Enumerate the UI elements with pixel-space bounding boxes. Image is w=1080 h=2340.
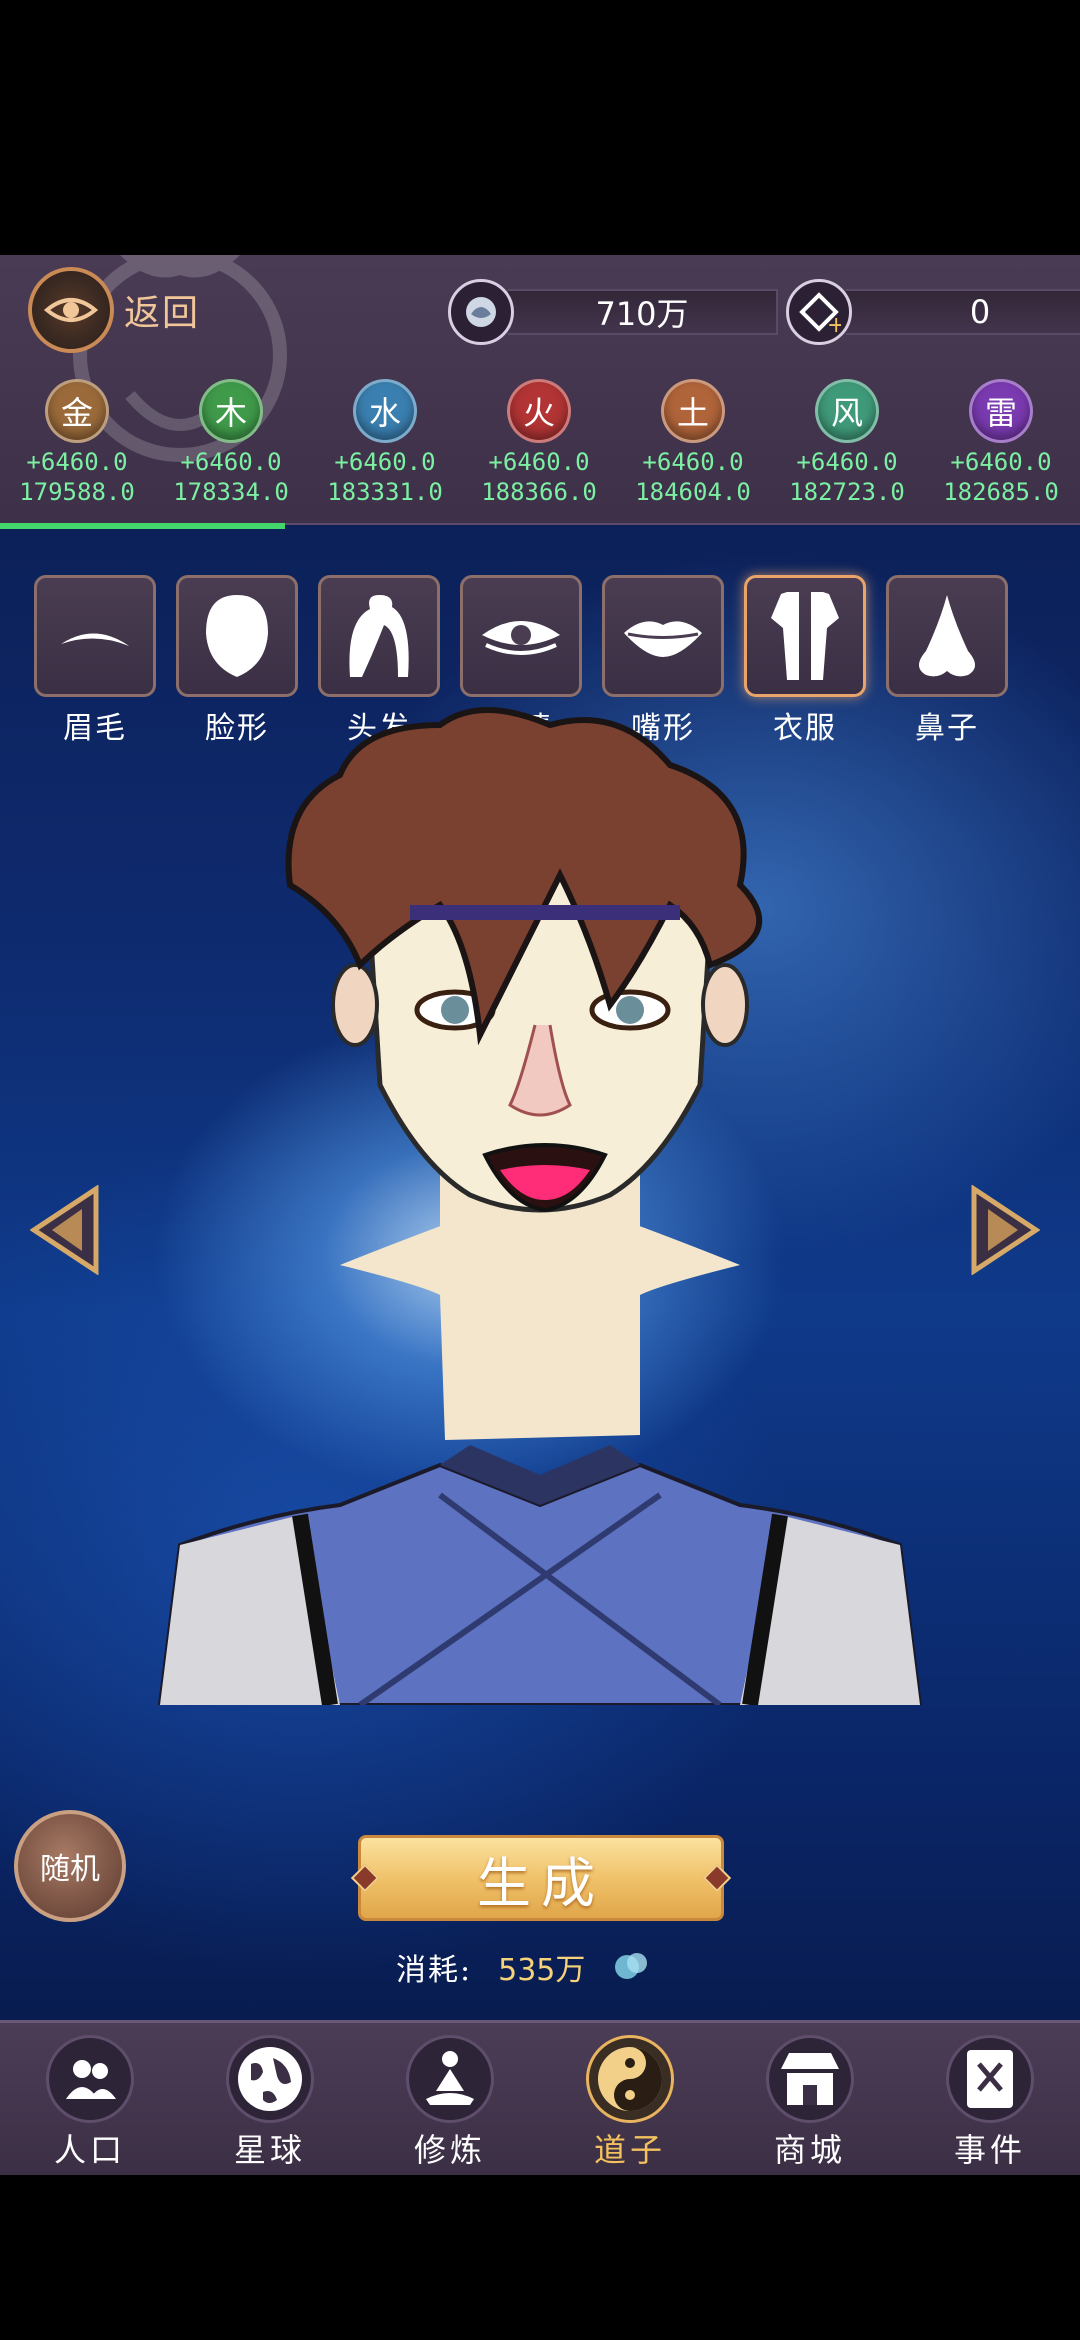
back-button[interactable]: 返回	[28, 267, 200, 353]
nav-label: 星球	[233, 2131, 306, 2169]
currency-value: 0	[846, 289, 1080, 335]
element-resource: 雷 +6460.0 182685.0	[924, 379, 1078, 507]
yin-yang-icon	[586, 2035, 674, 2123]
nav-item-meditation[interactable]: 修炼	[360, 2023, 540, 2175]
element-icon: 木	[199, 379, 263, 443]
element-rate: +6460.0	[950, 448, 1052, 476]
character-creation-screen: 返回 710万 + 0 金 +6460.0 179588.0 木 +6460.0…	[0, 255, 1080, 2175]
element-rate: +6460.0	[180, 448, 282, 476]
element-total: 184604.0	[635, 478, 751, 506]
hair-icon	[318, 575, 440, 697]
eyebrow-icon	[34, 575, 156, 697]
nav-item-shop[interactable]: 商城	[720, 2023, 900, 2175]
element-total: 178334.0	[173, 478, 289, 506]
element-rate: +6460.0	[334, 448, 436, 476]
nav-label: 道子	[593, 2131, 666, 2169]
lips-icon	[602, 575, 724, 697]
element-resource: 金 +6460.0 179588.0	[0, 379, 154, 507]
coin-add-icon[interactable]: +	[786, 279, 852, 345]
element-rate: +6460.0	[796, 448, 898, 476]
generate-label: 生成	[477, 1851, 605, 1915]
element-resource: 风 +6460.0 182723.0	[770, 379, 924, 507]
currency-counter[interactable]: + 0	[786, 273, 1080, 351]
element-resource: 水 +6460.0 183331.0	[308, 379, 462, 507]
status-bar	[0, 0, 1080, 255]
bottom-navigation: 人口 星球 修炼 道子 商城 事件	[0, 2020, 1080, 2175]
element-resources: 金 +6460.0 179588.0 木 +6460.0 178334.0 水 …	[0, 379, 1080, 507]
element-total: 182723.0	[789, 478, 905, 506]
top-bar: 返回 710万 + 0 金 +6460.0 179588.0 木 +6460.0…	[0, 255, 1080, 529]
spirit-stone-value: 710万	[508, 289, 778, 335]
next-arrow-icon[interactable]	[970, 1185, 1040, 1275]
system-navigation-area	[0, 2175, 1080, 2340]
character-preview	[157, 707, 923, 1705]
element-total: 182685.0	[943, 478, 1059, 506]
nose-icon	[886, 575, 1008, 697]
element-rate: +6460.0	[642, 448, 744, 476]
element-icon: 风	[815, 379, 879, 443]
spirit-stone-counter: 710万	[448, 273, 778, 351]
nav-item-people[interactable]: 人口	[0, 2023, 180, 2175]
part-label: 眉毛	[63, 711, 127, 746]
element-icon: 金	[45, 379, 109, 443]
shop-icon	[766, 2035, 854, 2123]
nav-label: 人口	[53, 2131, 126, 2169]
people-icon	[46, 2035, 134, 2123]
element-total: 179588.0	[19, 478, 135, 506]
clothes-icon	[744, 575, 866, 697]
eye-icon	[460, 575, 582, 697]
nav-label: 事件	[953, 2131, 1026, 2169]
element-rate: +6460.0	[26, 448, 128, 476]
back-label: 返回	[124, 293, 201, 334]
element-rate: +6460.0	[488, 448, 590, 476]
element-resource: 土 +6460.0 184604.0	[616, 379, 770, 507]
cost-value: 535万	[498, 1953, 586, 1988]
event-book-icon	[946, 2035, 1034, 2123]
globe-icon	[226, 2035, 314, 2123]
face-icon	[176, 575, 298, 697]
element-icon: 土	[661, 379, 725, 443]
meditation-icon	[406, 2035, 494, 2123]
random-button[interactable]: 随机	[14, 1810, 126, 1922]
nav-item-event-book[interactable]: 事件	[900, 2023, 1080, 2175]
element-total: 188366.0	[481, 478, 597, 506]
element-icon: 火	[507, 379, 571, 443]
svg-text:+: +	[827, 313, 841, 334]
element-total: 183331.0	[327, 478, 443, 506]
element-resource: 木 +6460.0 178334.0	[154, 379, 308, 507]
gem-decoration-left	[350, 1863, 380, 1893]
generate-button[interactable]: 生成	[350, 1835, 732, 1921]
gem-decoration-right	[702, 1863, 732, 1893]
element-icon: 雷	[969, 379, 1033, 443]
eye-back-icon	[28, 267, 114, 353]
previous-arrow-icon[interactable]	[30, 1185, 100, 1275]
nav-label: 修炼	[413, 2131, 486, 2169]
element-icon: 水	[353, 379, 417, 443]
nav-item-yin-yang[interactable]: 道子	[540, 2023, 720, 2175]
nav-label: 商城	[773, 2131, 846, 2169]
tab-eyebrow[interactable]: 眉毛	[34, 575, 156, 747]
progress-bar	[0, 523, 286, 529]
element-resource: 火 +6460.0 188366.0	[462, 379, 616, 507]
spirit-stone-icon	[448, 279, 514, 345]
nav-item-globe[interactable]: 星球	[180, 2023, 360, 2175]
spirit-stone-icon	[615, 1953, 648, 1979]
cost-label: 消耗:	[396, 1953, 473, 1988]
generation-cost: 消耗: 535万	[396, 1945, 651, 1989]
